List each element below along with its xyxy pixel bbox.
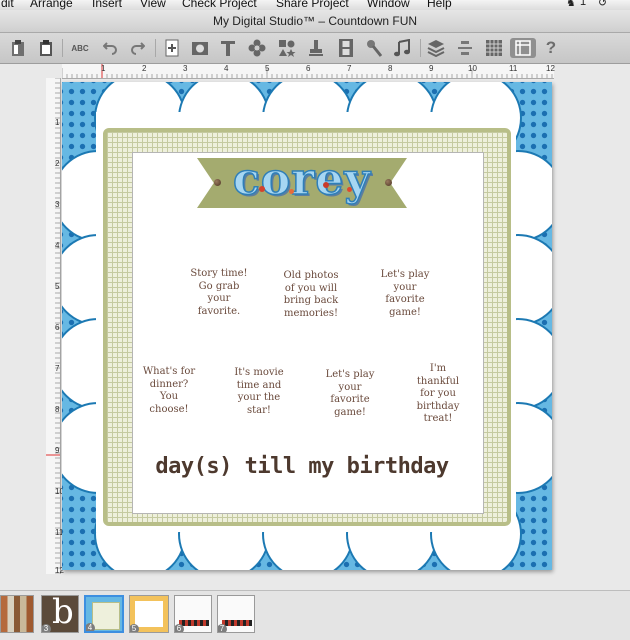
decor-dot: [289, 189, 294, 194]
page-thumbnail[interactable]: 7: [217, 595, 255, 633]
window-title: My Digital Studio™ – Countdown FUN: [212, 14, 418, 28]
prompt-thankful[interactable]: I'm thankful for you birthday treat!: [396, 363, 480, 426]
page-number-badge: 5: [130, 624, 139, 632]
ruler-number: 11: [509, 64, 518, 73]
view-toggle-icon[interactable]: [510, 38, 536, 58]
ruler-number: 2: [55, 159, 60, 168]
layers-icon[interactable]: [426, 38, 446, 58]
ruler-number: 9: [429, 64, 434, 73]
menu-help[interactable]: Help: [427, 0, 452, 10]
menu-window[interactable]: Window: [367, 0, 410, 10]
music-icon[interactable]: [392, 38, 412, 58]
menu-edit[interactable]: dit: [1, 0, 14, 10]
menu-bar: dit Arrange Insert View Check Project Sh…: [0, 0, 630, 10]
paste-icon[interactable]: [36, 38, 56, 58]
align-icon[interactable]: [455, 38, 475, 58]
prompt-play-game-2[interactable]: Let's play your favorite game!: [308, 369, 392, 419]
ruler-number: 6: [55, 323, 60, 332]
ruler-number: 12: [546, 64, 555, 73]
horizontal-ruler: 1 2 3 4 5 6 7 8 9 10 11 12: [62, 64, 555, 79]
countdown-tagline[interactable]: day(s) till my birthday: [122, 454, 482, 479]
help-label: ?: [545, 38, 557, 57]
ruler-number: 4: [55, 241, 60, 250]
spell-check-label: ABC: [71, 43, 89, 53]
toolbar-separator: [155, 39, 156, 57]
ruler-number: 3: [183, 64, 188, 73]
prompt-old-photos[interactable]: Old photos of you will bring back memories!: [269, 270, 353, 320]
stamp-icon[interactable]: [306, 38, 326, 58]
toolbar: ABC ?: [0, 33, 630, 64]
prompt-story-time[interactable]: Story time! Go grab your favorite.: [177, 268, 261, 318]
help-icon[interactable]: ?: [541, 38, 561, 58]
toolbar-separator: [420, 39, 421, 57]
thumbnail-frame: [135, 601, 163, 627]
ruler-number: 1: [55, 118, 60, 127]
embellishment-icon[interactable]: [247, 38, 267, 58]
menu-insert[interactable]: Insert: [92, 0, 122, 10]
shapes-icon[interactable]: [277, 38, 297, 58]
menu-arrange[interactable]: Arrange: [30, 0, 73, 10]
ruler-number: 3: [55, 200, 60, 209]
prompt-movie-time[interactable]: It's movie time and your the star!: [217, 367, 301, 417]
menu-check-project[interactable]: Check Project: [182, 0, 257, 10]
grid-icon[interactable]: [484, 38, 504, 58]
page-filmstrip: b 3 4 5 6 7: [0, 591, 630, 640]
page-number-badge: 4: [86, 623, 95, 631]
ruler-number: 6: [306, 64, 311, 73]
status-count: 1: [580, 0, 587, 8]
name-banner[interactable]: corey: [197, 153, 407, 208]
page-thumbnail-selected[interactable]: 4: [84, 595, 124, 633]
menu-share-project[interactable]: Share Project: [276, 0, 349, 10]
ruler-number: 10: [468, 64, 477, 73]
prompt-play-game[interactable]: Let's play your favorite game!: [363, 269, 447, 319]
redo-icon[interactable]: [128, 38, 148, 58]
time-machine-icon[interactable]: ↺: [598, 0, 607, 9]
page-number-badge: 6: [175, 624, 184, 632]
film-icon[interactable]: [336, 38, 356, 58]
prompt-dinner[interactable]: What's for dinner? You choose!: [127, 366, 211, 416]
undo-icon[interactable]: [100, 38, 120, 58]
status-user-icon[interactable]: ♞: [566, 0, 576, 9]
menu-view[interactable]: View: [140, 0, 166, 10]
ruler-number: 2: [142, 64, 147, 73]
thumbnail-letter-icon: b: [52, 595, 74, 632]
page-thumbnail[interactable]: [0, 595, 34, 633]
spell-check-icon[interactable]: ABC: [70, 38, 90, 58]
window-title-bar: My Digital Studio™ – Countdown FUN: [0, 10, 630, 33]
thumbnail-frame: [92, 602, 120, 630]
ruler-number: 9: [55, 446, 60, 455]
ruler-number: 8: [55, 405, 60, 414]
ruler-number: 4: [224, 64, 229, 73]
page-number-badge: 3: [42, 624, 51, 632]
ruler-number: 8: [388, 64, 393, 73]
thumbnail-strip: [222, 620, 252, 626]
photo-box-icon[interactable]: [190, 38, 210, 58]
page-number-badge: 7: [218, 624, 227, 632]
vertical-ruler: 1 2 3 4 5 6 7 8 9 10 11 12: [46, 78, 64, 575]
banner-name-text: corey: [232, 153, 371, 206]
clipboard-icon[interactable]: [8, 38, 28, 58]
page-thumbnail[interactable]: 6: [174, 595, 212, 633]
project-page[interactable]: corey Story time! Go grab your favorite. Ol…: [62, 82, 552, 570]
decor-dot: [259, 186, 265, 192]
toolbar-separator: [62, 39, 63, 57]
page-thumbnail[interactable]: 5: [129, 595, 169, 633]
text-tool-icon[interactable]: [218, 38, 238, 58]
add-page-icon[interactable]: [162, 38, 182, 58]
ruler-number: 1: [101, 64, 106, 73]
decor-dot: [347, 187, 352, 192]
thumbnail-strip: [179, 620, 209, 626]
ruler-number: 7: [55, 364, 60, 373]
page-thumbnail[interactable]: b 3: [41, 595, 79, 633]
ruler-number: 7: [347, 64, 352, 73]
decor-dot: [323, 182, 329, 188]
brush-icon[interactable]: [364, 38, 384, 58]
ruler-number: 5: [265, 64, 270, 73]
ruler-number: 5: [55, 282, 60, 291]
